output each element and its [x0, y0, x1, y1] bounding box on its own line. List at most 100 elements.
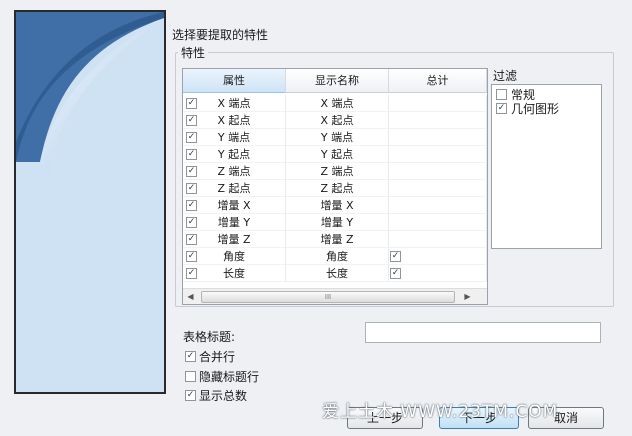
total-cell — [389, 112, 487, 129]
display-name-cell[interactable]: Y 起点 — [286, 146, 389, 163]
property-checkbox[interactable]: ✓ — [186, 98, 197, 109]
table-row[interactable]: ✓ Z 起点 Z 起点 — [183, 180, 487, 197]
filter-general-checkbox[interactable] — [496, 89, 507, 100]
cancel-button[interactable]: 取消 — [528, 407, 604, 429]
display-name-cell[interactable]: Z 端点 — [286, 163, 389, 180]
filter-geometry-checkbox[interactable]: ✓ — [496, 103, 507, 114]
total-cell: ✓ — [389, 248, 487, 265]
property-cell: ✓ X 起点 — [183, 112, 286, 129]
property-name: X 端点 — [217, 97, 251, 110]
property-cell: ✓ 长度 — [183, 265, 286, 282]
scroll-right-arrow-icon[interactable]: ▶ — [460, 289, 475, 304]
table-row[interactable]: ✓ 增量 Z 增量 Z — [183, 231, 487, 248]
property-cell: ✓ X 端点 — [183, 95, 286, 112]
property-checkbox[interactable]: ✓ — [186, 183, 197, 194]
total-cell — [389, 95, 487, 112]
filter-item-general[interactable]: 常规 — [496, 88, 535, 102]
wizard-side-panel — [14, 10, 166, 394]
option-label: 合并行 — [199, 350, 236, 364]
property-checkbox[interactable]: ✓ — [186, 234, 197, 245]
scroll-left-arrow-icon[interactable]: ◀ — [183, 289, 198, 304]
property-name: Z 起点 — [217, 182, 251, 195]
property-name: 角度 — [223, 250, 245, 263]
property-checkbox[interactable]: ✓ — [186, 149, 197, 160]
instruction-label: 选择要提取的特性 — [172, 28, 269, 42]
column-header-display-name[interactable]: 显示名称 — [286, 69, 389, 93]
property-cell: ✓ Z 端点 — [183, 163, 286, 180]
table-row[interactable]: ✓ Y 端点 Y 端点 — [183, 129, 487, 146]
property-name: Y 端点 — [217, 131, 251, 144]
table-row[interactable]: ✓ 长度 长度 ✓ — [183, 265, 487, 282]
property-name: 增量 X — [217, 199, 251, 212]
table-title-input[interactable] — [365, 322, 601, 343]
column-header-total[interactable]: 总计 — [389, 69, 487, 93]
filter-item-label: 几何图形 — [511, 102, 560, 116]
property-name: 增量 Z — [217, 233, 251, 246]
property-cell: ✓ Z 起点 — [183, 180, 286, 197]
display-name-cell[interactable]: 增量 Z — [286, 231, 389, 248]
table-row[interactable]: ✓ Z 端点 Z 端点 — [183, 163, 487, 180]
total-cell — [389, 146, 487, 163]
table-row[interactable]: ✓ Y 起点 Y 起点 — [183, 146, 487, 163]
display-name-cell[interactable]: X 端点 — [286, 95, 389, 112]
property-name: 长度 — [223, 267, 245, 280]
table-row[interactable]: ✓ 增量 X 增量 X — [183, 197, 487, 214]
display-name-cell[interactable]: 长度 — [286, 265, 389, 282]
total-cell — [389, 214, 487, 231]
filter-item-label: 常规 — [511, 88, 536, 102]
total-cell — [389, 197, 487, 214]
property-name: Z 端点 — [217, 165, 251, 178]
property-cell: ✓ 增量 Y — [183, 214, 286, 231]
total-cell — [389, 129, 487, 146]
property-cell: ✓ Y 端点 — [183, 129, 286, 146]
table-title-label: 表格标题: — [183, 330, 236, 344]
option-show-totals[interactable]: ✓ 显示总数 — [185, 389, 247, 404]
table-row[interactable]: ✓ X 起点 X 起点 — [183, 112, 487, 129]
display-name-cell[interactable]: Y 端点 — [286, 129, 389, 146]
horizontal-scrollbar[interactable]: ◀ III ▶ — [183, 288, 487, 304]
table-row[interactable]: ✓ 增量 Y 增量 Y — [183, 214, 487, 231]
option-hide-title-row[interactable]: 隐藏标题行 — [185, 370, 259, 385]
total-cell — [389, 231, 487, 248]
property-name: Y 起点 — [217, 148, 251, 161]
display-name-cell[interactable]: 增量 X — [286, 197, 389, 214]
option-label: 隐藏标题行 — [199, 370, 260, 384]
total-cell — [389, 163, 487, 180]
column-header-property[interactable]: 属性 — [183, 69, 286, 93]
property-name: X 起点 — [217, 114, 251, 127]
show-totals-checkbox[interactable]: ✓ — [185, 390, 196, 401]
total-checkbox[interactable]: ✓ — [390, 251, 401, 262]
filter-label: 过滤 — [493, 69, 518, 83]
property-name: 增量 Y — [217, 216, 251, 229]
option-merge-rows[interactable]: ✓ 合并行 — [185, 350, 235, 365]
filter-item-geometry[interactable]: ✓ 几何图形 — [496, 102, 559, 116]
next-button[interactable]: 下一步 — [439, 407, 519, 429]
properties-grid[interactable]: 属性 显示名称 总计 ✓ X 端点 X 端点 ✓ X 起点 X 起点 ✓ Y 端点 Y 端点 ✓ Y… — [182, 68, 488, 305]
properties-group-title: 特性 — [178, 44, 209, 61]
property-checkbox[interactable]: ✓ — [186, 115, 197, 126]
property-checkbox[interactable]: ✓ — [186, 132, 197, 143]
display-name-cell[interactable]: 角度 — [286, 248, 389, 265]
property-cell: ✓ 增量 X — [183, 197, 286, 214]
display-name-cell[interactable]: 增量 Y — [286, 214, 389, 231]
property-cell: ✓ Y 起点 — [183, 146, 286, 163]
merge-rows-checkbox[interactable]: ✓ — [185, 351, 196, 362]
property-cell: ✓ 角度 — [183, 248, 286, 265]
table-row[interactable]: ✓ X 端点 X 端点 — [183, 95, 487, 112]
table-row[interactable]: ✓ 角度 角度 ✓ — [183, 248, 487, 265]
property-checkbox[interactable]: ✓ — [186, 251, 197, 262]
total-cell: ✓ — [389, 265, 487, 282]
filter-list[interactable]: 常规 ✓ 几何图形 — [491, 84, 602, 249]
property-checkbox[interactable]: ✓ — [186, 166, 197, 177]
hide-title-row-checkbox[interactable] — [185, 371, 196, 382]
property-checkbox[interactable]: ✓ — [186, 200, 197, 211]
display-name-cell[interactable]: Z 起点 — [286, 180, 389, 197]
total-checkbox[interactable]: ✓ — [390, 268, 401, 279]
scrollbar-thumb[interactable]: III — [201, 291, 455, 303]
property-cell: ✓ 增量 Z — [183, 231, 286, 248]
display-name-cell[interactable]: X 起点 — [286, 112, 389, 129]
property-checkbox[interactable]: ✓ — [186, 268, 197, 279]
property-checkbox[interactable]: ✓ — [186, 217, 197, 228]
grid-header: 属性 显示名称 总计 — [183, 69, 487, 93]
back-button[interactable]: 上一步 — [347, 407, 423, 429]
